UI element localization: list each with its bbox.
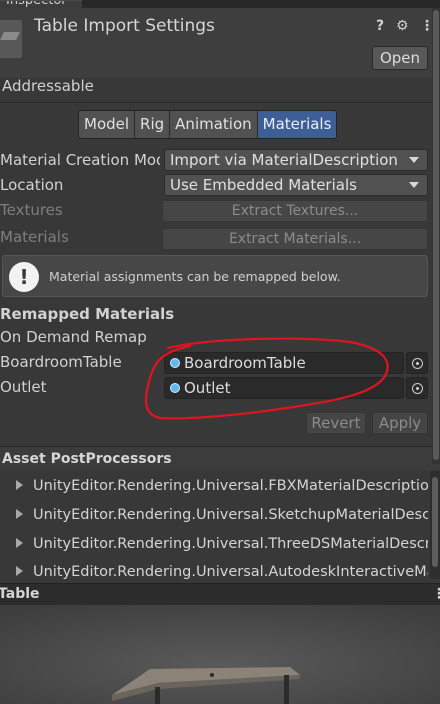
postprocessor-scrollbar[interactable] bbox=[430, 471, 440, 579]
revert-button[interactable]: Revert bbox=[306, 412, 366, 434]
material-creation-mode-label: Material Creation Mode bbox=[0, 151, 160, 169]
inspector-tab-label: Inspector bbox=[6, 0, 67, 8]
object-field-outlet[interactable]: Outlet bbox=[164, 377, 404, 399]
settings-icon[interactable]: ⚙ bbox=[396, 18, 409, 34]
expand-arrow-icon[interactable] bbox=[16, 566, 23, 576]
target-picker-icon bbox=[412, 358, 423, 369]
scrollbar-thumb[interactable] bbox=[433, 10, 439, 460]
remap-label-outlet: Outlet bbox=[0, 378, 47, 396]
preview-header[interactable]: Table ⋮ bbox=[0, 583, 440, 605]
expand-arrow-icon[interactable] bbox=[16, 480, 23, 490]
material-icon bbox=[170, 358, 180, 368]
help-icon[interactable]: ? bbox=[376, 18, 384, 34]
inspector-scrollbar[interactable] bbox=[432, 8, 440, 464]
addressable-label[interactable]: Addressable bbox=[2, 77, 94, 95]
list-item-label: UnityEditor.Rendering.Universal.FBXMater… bbox=[33, 478, 428, 494]
on-demand-remap-label: On Demand Remap bbox=[0, 328, 147, 346]
list-item[interactable]: UnityEditor.Rendering.Universal.ThreeDSM… bbox=[6, 531, 428, 557]
import-tabs: Model Rig Animation Materials bbox=[78, 110, 338, 139]
preview-title: Table bbox=[0, 586, 40, 602]
menu-icon[interactable]: ⋮ bbox=[432, 584, 440, 604]
material-creation-mode-value: Import via MaterialDescription bbox=[170, 151, 398, 169]
divider bbox=[0, 446, 440, 447]
open-button[interactable]: Open bbox=[372, 46, 428, 70]
list-item[interactable]: UnityEditor.Rendering.Universal.FBXMater… bbox=[6, 473, 428, 499]
postprocessor-list: UnityEditor.Rendering.Universal.FBXMater… bbox=[6, 473, 428, 579]
divider bbox=[0, 102, 440, 103]
table-model-render bbox=[0, 605, 440, 704]
object-field-boardroomtable[interactable]: BoardroomTable bbox=[164, 352, 404, 374]
helpbox-text: Material assignments can be remapped bel… bbox=[49, 269, 341, 284]
object-field-value: BoardroomTable bbox=[184, 354, 306, 372]
materials-label: Materials bbox=[0, 228, 69, 246]
list-item-label: UnityEditor.Rendering.Universal.Sketchup… bbox=[33, 507, 428, 523]
object-picker-boardroomtable[interactable] bbox=[406, 352, 428, 374]
location-dropdown[interactable]: Use Embedded Materials bbox=[164, 174, 428, 196]
remap-label-boardroomtable: BoardroomTable bbox=[0, 353, 122, 371]
object-picker-outlet[interactable] bbox=[406, 377, 428, 399]
scrollbar-thumb[interactable] bbox=[432, 477, 438, 567]
extract-textures-button[interactable]: Extract Textures... bbox=[162, 200, 428, 222]
list-item-label: UnityEditor.Rendering.Universal.Autodesk… bbox=[33, 564, 428, 579]
list-item[interactable]: UnityEditor.Rendering.Universal.Sketchup… bbox=[6, 502, 428, 528]
chevron-down-icon bbox=[409, 157, 419, 163]
location-label: Location bbox=[0, 176, 64, 194]
tab-model[interactable]: Model bbox=[79, 111, 136, 138]
object-field-value: Outlet bbox=[184, 379, 231, 397]
info-icon: ! bbox=[9, 262, 39, 292]
chevron-down-icon bbox=[409, 182, 419, 188]
target-picker-icon bbox=[412, 383, 423, 394]
material-creation-mode-dropdown[interactable]: Import via MaterialDescription bbox=[164, 149, 428, 171]
asset-thumbnail bbox=[0, 20, 22, 58]
textures-label: Textures bbox=[0, 201, 63, 219]
list-item[interactable]: UnityEditor.Rendering.Universal.Autodesk… bbox=[6, 559, 428, 579]
extract-materials-button[interactable]: Extract Materials... bbox=[162, 228, 428, 250]
remapped-materials-header: Remapped Materials bbox=[0, 305, 175, 323]
info-helpbox: ! Material assignments can be remapped b… bbox=[2, 255, 428, 297]
inspector-tab[interactable]: Inspector bbox=[0, 0, 82, 8]
expand-arrow-icon[interactable] bbox=[16, 538, 23, 548]
tab-rig[interactable]: Rig bbox=[135, 111, 171, 138]
asset-postprocessors-header[interactable]: Asset PostProcessors bbox=[0, 448, 440, 470]
page-title: Table Import Settings bbox=[34, 16, 215, 36]
tab-animation[interactable]: Animation bbox=[170, 111, 258, 138]
apply-button[interactable]: Apply bbox=[372, 412, 428, 434]
location-value: Use Embedded Materials bbox=[170, 176, 357, 194]
model-preview[interactable] bbox=[0, 605, 440, 704]
list-item-label: UnityEditor.Rendering.Universal.ThreeDSM… bbox=[33, 536, 428, 552]
tab-materials[interactable]: Materials bbox=[257, 111, 337, 138]
expand-arrow-icon[interactable] bbox=[16, 509, 23, 519]
material-icon bbox=[170, 383, 180, 393]
